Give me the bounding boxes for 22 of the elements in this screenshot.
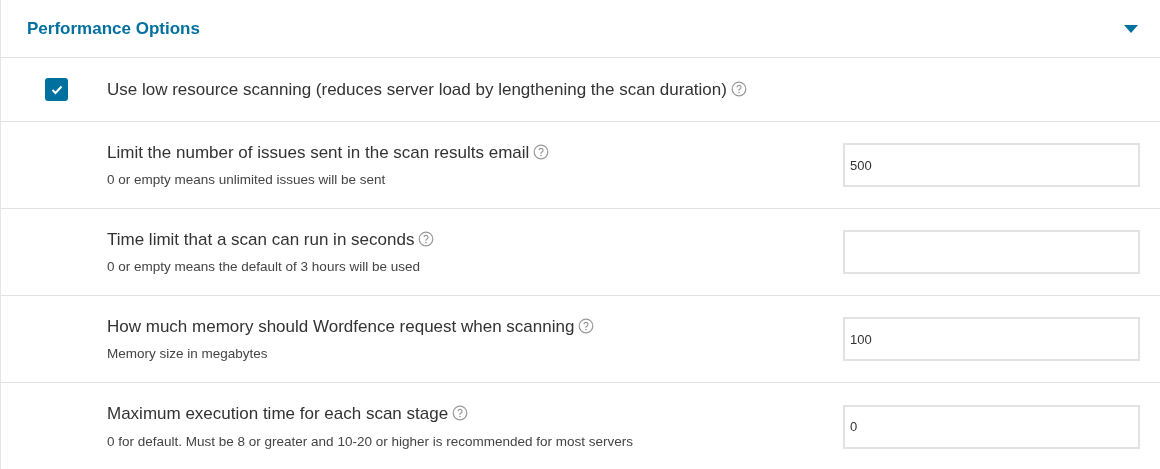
field-hint: 0 or empty means unlimited issues will be sent bbox=[107, 171, 387, 190]
input-field[interactable] bbox=[843, 230, 1140, 274]
field-label: Limit the number of issues sent in the scan results email bbox=[107, 142, 530, 162]
checkbox[interactable] bbox=[45, 78, 68, 101]
help-icon[interactable] bbox=[452, 405, 469, 422]
help-icon[interactable] bbox=[578, 317, 595, 334]
input-field[interactable]: 0 bbox=[843, 404, 1140, 449]
input-field[interactable]: 500 bbox=[843, 143, 1140, 187]
help-icon[interactable] bbox=[533, 143, 550, 160]
field-hint: 0 or empty means the default of 3 hours will be used bbox=[107, 258, 421, 277]
help-icon[interactable] bbox=[730, 80, 747, 97]
caret-icon[interactable] bbox=[1124, 24, 1138, 33]
check-icon bbox=[50, 84, 63, 95]
input-field[interactable]: 100 bbox=[843, 317, 1140, 361]
field-hint: 0 for default. Must be 8 or greater and 10-20 or higher is recommended for most servers bbox=[107, 432, 634, 451]
field-label: Maximum execution time for each scan stage bbox=[107, 404, 449, 424]
field-hint: Memory size in megabytes bbox=[107, 345, 269, 364]
option-label: Use low resource scanning (reduces server load by lengthening the scan duration) bbox=[107, 79, 727, 99]
field-label: Time limit that a scan can run in seconds bbox=[107, 229, 415, 249]
help-icon[interactable] bbox=[418, 230, 435, 247]
field-label: How much memory should Wordfence request when scanning bbox=[107, 316, 575, 336]
section-title: Performance Options bbox=[27, 17, 200, 40]
